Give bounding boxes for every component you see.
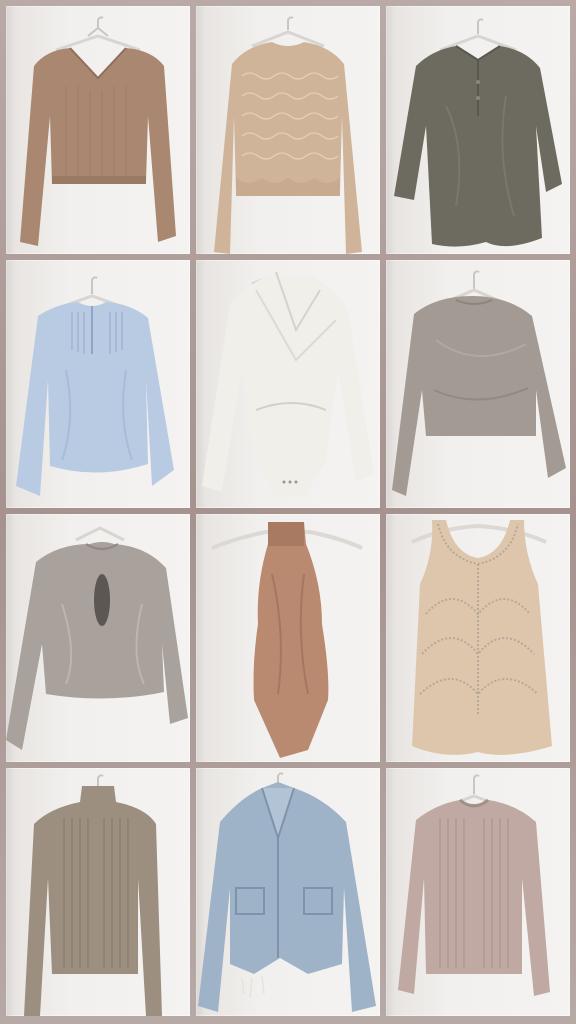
photo-tile-satin-henley xyxy=(386,6,570,254)
photo-tile-peasant-blouse xyxy=(6,260,190,508)
blouse-body xyxy=(6,542,188,750)
sweater-body xyxy=(398,800,550,996)
keyhole-cutout xyxy=(94,574,110,626)
pointelle-sweater-illustration xyxy=(214,16,362,254)
photo-tile-satin-crop xyxy=(386,260,570,508)
photo-tile-sequin-tank xyxy=(386,514,570,762)
jacket-body xyxy=(198,782,376,1012)
photo-tile-v-neck-sweater xyxy=(6,6,190,254)
photo-tile-wrap-bodysuit xyxy=(196,260,380,508)
keyhole-blouse-illustration xyxy=(6,526,188,750)
hanger-bar xyxy=(55,34,141,52)
top-body xyxy=(392,296,566,496)
hanger-bar xyxy=(75,526,125,542)
blouse-body xyxy=(16,302,174,496)
clothing-collage xyxy=(6,6,570,1018)
hanger-icon xyxy=(477,18,484,34)
photo-tile-halter-bodysuit xyxy=(196,514,380,762)
denim-jacket-illustration xyxy=(198,772,376,1012)
wrap-bodysuit-illustration xyxy=(202,271,374,496)
hanger-icon xyxy=(473,270,480,290)
hanger-icon xyxy=(473,774,480,794)
satin-crop-illustration xyxy=(392,270,566,496)
bodysuit-body xyxy=(253,522,329,758)
sweater-body xyxy=(24,786,162,1016)
peasant-blouse-illustration xyxy=(16,276,174,496)
cable-turtleneck-illustration xyxy=(24,774,162,1016)
photo-tile-denim-jacket xyxy=(196,768,380,1016)
photo-tile-ribbed-sweater xyxy=(386,768,570,1016)
photo-tile-pointelle-sweater xyxy=(196,6,380,254)
v-neck-sweater-illustration xyxy=(20,16,176,246)
satin-henley-illustration xyxy=(394,18,562,247)
photo-tile-keyhole-blouse xyxy=(6,514,190,762)
photo-tile-cable-turtleneck xyxy=(6,768,190,1016)
hanger-icon xyxy=(91,276,98,294)
sequin-tank-illustration xyxy=(411,520,552,755)
sweater-body xyxy=(214,42,362,254)
hanger-icon xyxy=(287,16,294,30)
tank-body xyxy=(412,520,552,755)
ribbed-sweater-illustration xyxy=(398,774,550,996)
hanger-icon xyxy=(87,16,109,37)
halter-bodysuit-illustration xyxy=(211,522,363,758)
hanger-bar xyxy=(251,30,325,48)
